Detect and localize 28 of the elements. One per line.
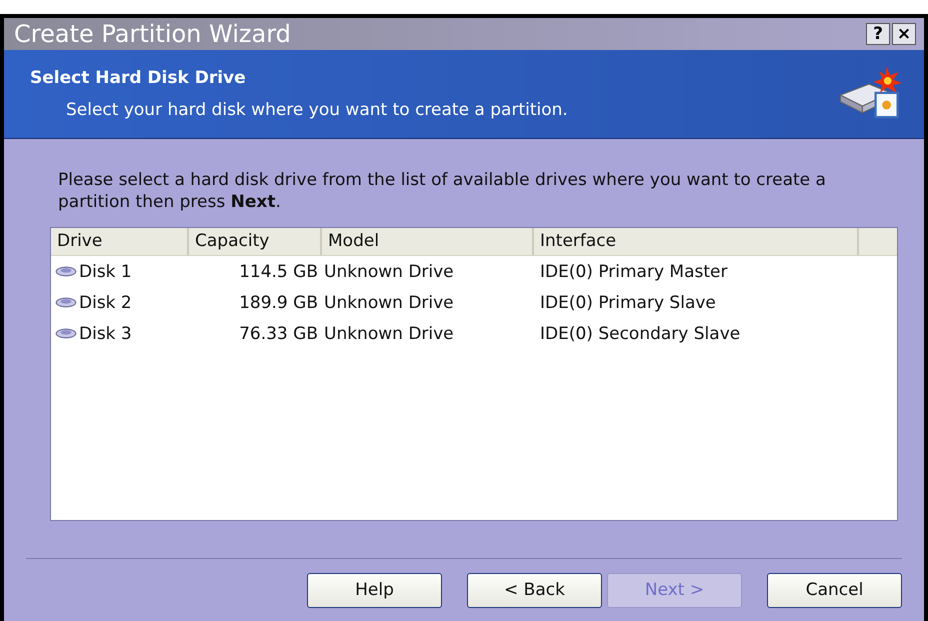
title-bar-button[interactable]: ? — [866, 23, 890, 45]
wizard-button[interactable]: Help — [307, 572, 442, 608]
column-header[interactable]: Drive — [51, 228, 189, 255]
wizard-button[interactable]: < Back — [467, 572, 602, 608]
table-cell: Disk 1 — [79, 262, 132, 282]
instruction-text: Please select a hard disk drive from the list of available drives where you want to create a partition then press Next. — [58, 169, 827, 213]
table-cell: 76.33 GB — [239, 324, 318, 344]
table-cell: Unknown Drive — [324, 292, 454, 312]
table-cell: 114.5 GB — [239, 262, 318, 282]
table-cell: Unknown Drive — [324, 324, 454, 344]
table-cell: Unknown Drive — [324, 262, 454, 282]
table-cell: Disk 3 — [79, 324, 132, 344]
disk-icon — [55, 327, 77, 340]
table-cell: Disk 2 — [79, 292, 132, 312]
table-cell: 189.9 GB — [239, 292, 318, 312]
table-cell: IDE(0) Secondary Slave — [540, 324, 740, 344]
disk-icon — [55, 265, 77, 278]
wizard-button[interactable]: Cancel — [767, 572, 902, 608]
disk-icon — [55, 296, 77, 309]
column-header[interactable]: Model — [322, 228, 534, 255]
table-cell: IDE(0) Primary Master — [540, 262, 728, 282]
table-cell: IDE(0) Primary Slave — [540, 292, 716, 312]
step-title: Select Hard Disk Drive — [30, 68, 247, 88]
column-header[interactable]: Interface — [534, 228, 859, 255]
step-subtitle: Select your hard disk where you want to create a partition. — [65, 100, 568, 120]
column-header[interactable]: Capacity — [189, 228, 322, 255]
window-title: Create Partition Wizard — [14, 20, 291, 48]
title-bar-button[interactable]: × — [892, 23, 916, 45]
